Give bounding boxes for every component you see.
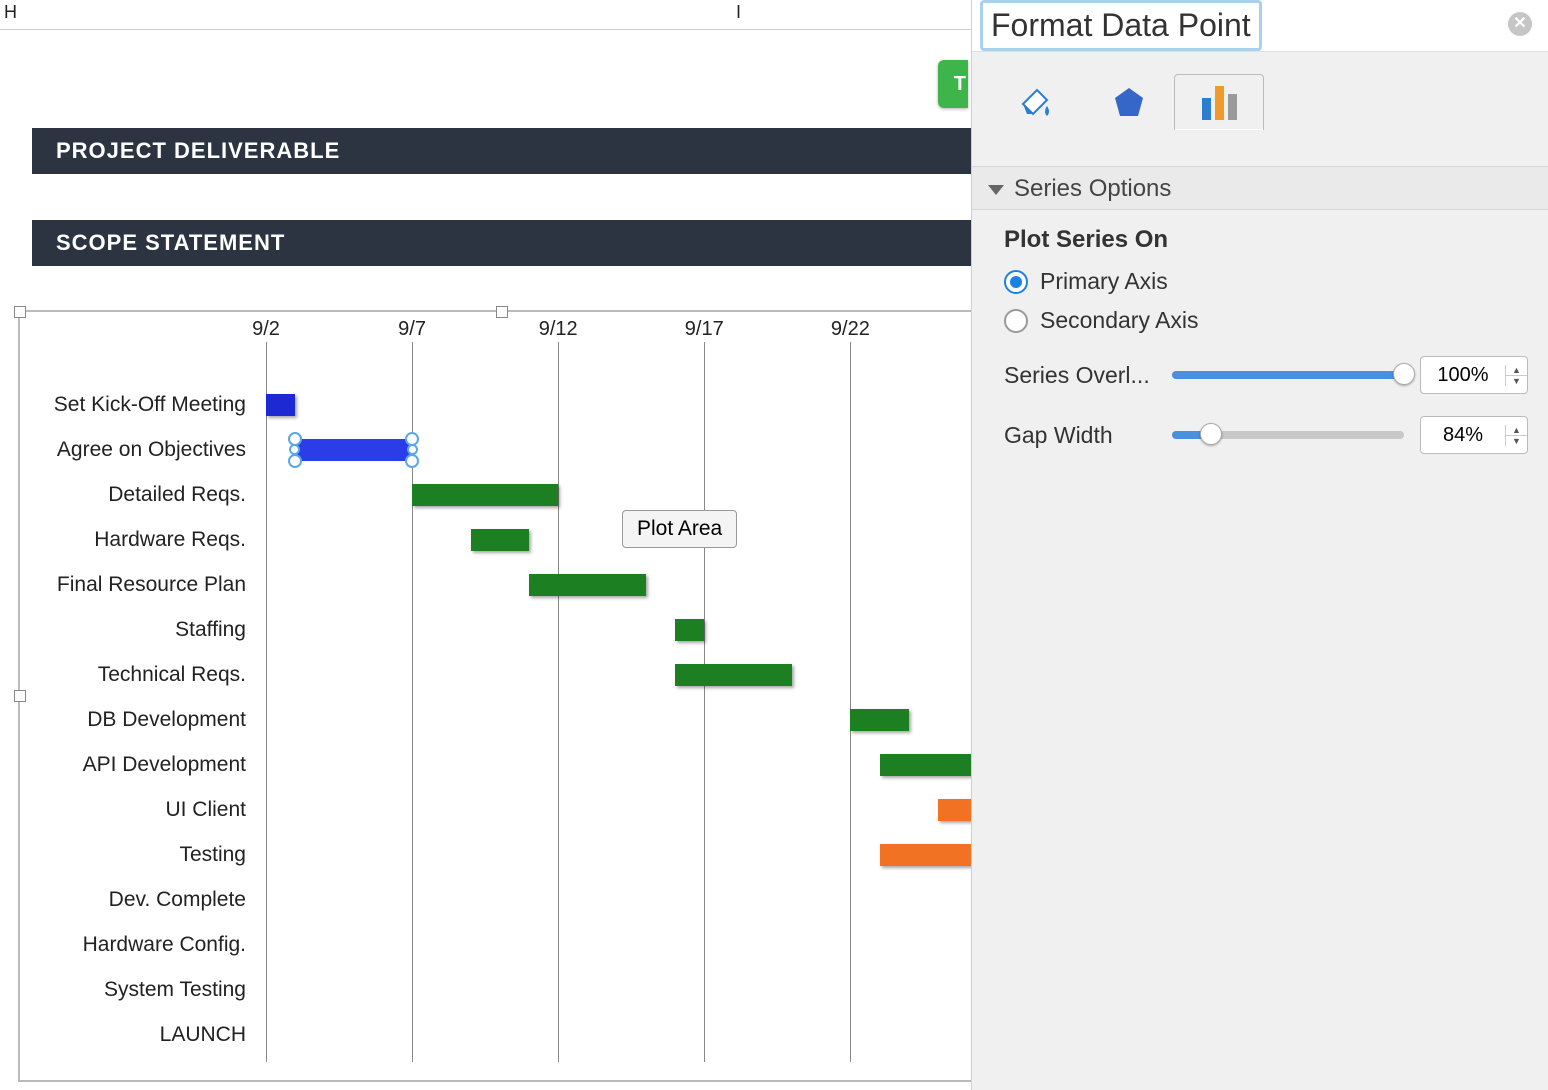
tab-effects[interactable] (1084, 74, 1174, 130)
tab-series-options[interactable] (1174, 74, 1264, 130)
value-text: 84% (1421, 424, 1505, 447)
gantt-bar[interactable] (266, 394, 295, 416)
gridline (558, 342, 559, 1062)
gap-width-label: Gap Width (1004, 422, 1164, 449)
task-label: UI Client (0, 787, 246, 832)
tab-fill[interactable] (990, 74, 1080, 130)
stepper-down[interactable]: ▼ (1506, 376, 1527, 386)
bar-chart-icon (1202, 86, 1237, 120)
task-label: Testing (0, 832, 246, 877)
plot-area-tooltip: Plot Area (622, 510, 737, 548)
stepper-down[interactable]: ▼ (1506, 436, 1527, 446)
slider-thumb[interactable] (1200, 423, 1222, 445)
series-overlap-slider[interactable] (1172, 371, 1404, 379)
plot-area[interactable]: 9/29/79/129/179/229Set Kick-Off MeetingA… (266, 342, 976, 1062)
resize-handle-tl[interactable] (14, 306, 26, 318)
task-label: LAUNCH (0, 1012, 246, 1057)
gantt-bar[interactable] (529, 574, 646, 596)
close-icon[interactable]: ✕ (1508, 12, 1532, 36)
value-text: 100% (1421, 364, 1505, 387)
sidebar-title-row: Format Data Point ✕ (972, 0, 1548, 52)
section-body: Plot Series On Primary Axis Secondary Ax… (1004, 226, 1528, 454)
task-label: Set Kick-Off Meeting (0, 382, 246, 427)
task-label: Technical Reqs. (0, 652, 246, 697)
selection-handle[interactable] (405, 454, 419, 468)
gap-width-value[interactable]: 84% ▲ ▼ (1420, 416, 1528, 454)
series-overlap-label: Series Overl... (1004, 362, 1164, 389)
stepper-up[interactable]: ▲ (1506, 425, 1527, 436)
sidebar-title[interactable]: Format Data Point (980, 0, 1262, 51)
gantt-bar[interactable] (675, 619, 704, 641)
spacer-row (32, 174, 971, 220)
x-tick-label: 9/2 (252, 318, 280, 341)
gantt-bar[interactable] (412, 484, 558, 506)
task-label: Hardware Reqs. (0, 517, 246, 562)
collapse-triangle-icon (988, 185, 1004, 195)
stepper-up[interactable]: ▲ (1506, 365, 1527, 376)
gantt-bar[interactable] (295, 439, 412, 461)
truncated-button[interactable]: T (938, 60, 968, 108)
stepper: ▲ ▼ (1505, 425, 1527, 446)
selection-handle[interactable] (288, 454, 302, 468)
gridline (266, 342, 267, 1062)
series-overlap-value[interactable]: 100% ▲ ▼ (1420, 356, 1528, 394)
paint-bucket-icon (1017, 84, 1053, 120)
slider-thumb[interactable] (1393, 363, 1415, 385)
format-sidebar: Format Data Point ✕ Series Options (971, 0, 1548, 1090)
gantt-bar[interactable] (675, 664, 792, 686)
secondary-axis-row[interactable]: Secondary Axis (1004, 307, 1528, 334)
col-header-I: I (736, 2, 741, 23)
project-deliverable-header: PROJECT DELIVERABLE (32, 128, 971, 174)
task-label: DB Development (0, 697, 246, 742)
task-label: System Testing (0, 967, 246, 1012)
task-label: Hardware Config. (0, 922, 246, 967)
stepper: ▲ ▼ (1505, 365, 1527, 386)
resize-handle-tc[interactable] (496, 306, 508, 318)
col-header-H: H (4, 2, 17, 23)
x-tick-label: 9/12 (539, 318, 578, 341)
slider-fill (1172, 371, 1404, 379)
gantt-bar[interactable] (471, 529, 529, 551)
task-label: Staffing (0, 607, 246, 652)
pentagon-icon (1111, 84, 1147, 120)
gridline (850, 342, 851, 1062)
primary-axis-row[interactable]: Primary Axis (1004, 268, 1528, 295)
primary-axis-radio[interactable] (1004, 270, 1028, 294)
scope-statement-header: SCOPE STATEMENT (32, 220, 971, 266)
x-tick-label: 9/7 (398, 318, 426, 341)
tab-strip (972, 74, 1548, 134)
gridline (704, 342, 705, 1062)
selection-handle[interactable] (407, 444, 418, 455)
task-label: API Development (0, 742, 246, 787)
task-label: Dev. Complete (0, 877, 246, 922)
plot-series-on-label: Plot Series On (1004, 226, 1528, 254)
secondary-axis-radio[interactable] (1004, 309, 1028, 333)
series-options-header[interactable]: Series Options (972, 166, 1548, 210)
series-overlap-row: Series Overl... 100% ▲ ▼ (1004, 356, 1528, 394)
primary-axis-label: Primary Axis (1040, 268, 1168, 295)
task-label: Agree on Objectives (0, 427, 246, 472)
task-label: Detailed Reqs. (0, 472, 246, 517)
selection-handle[interactable] (289, 444, 300, 455)
gap-width-row: Gap Width 84% ▲ ▼ (1004, 416, 1528, 454)
secondary-axis-label: Secondary Axis (1040, 307, 1199, 334)
x-tick-label: 9/17 (685, 318, 724, 341)
gantt-bar[interactable] (850, 709, 908, 731)
task-label: Final Resource Plan (0, 562, 246, 607)
section-header-label: Series Options (1014, 175, 1171, 202)
gap-width-slider[interactable] (1172, 431, 1404, 439)
chart-object[interactable]: 9/29/79/129/179/229Set Kick-Off MeetingA… (18, 310, 986, 1082)
x-tick-label: 9/22 (831, 318, 870, 341)
